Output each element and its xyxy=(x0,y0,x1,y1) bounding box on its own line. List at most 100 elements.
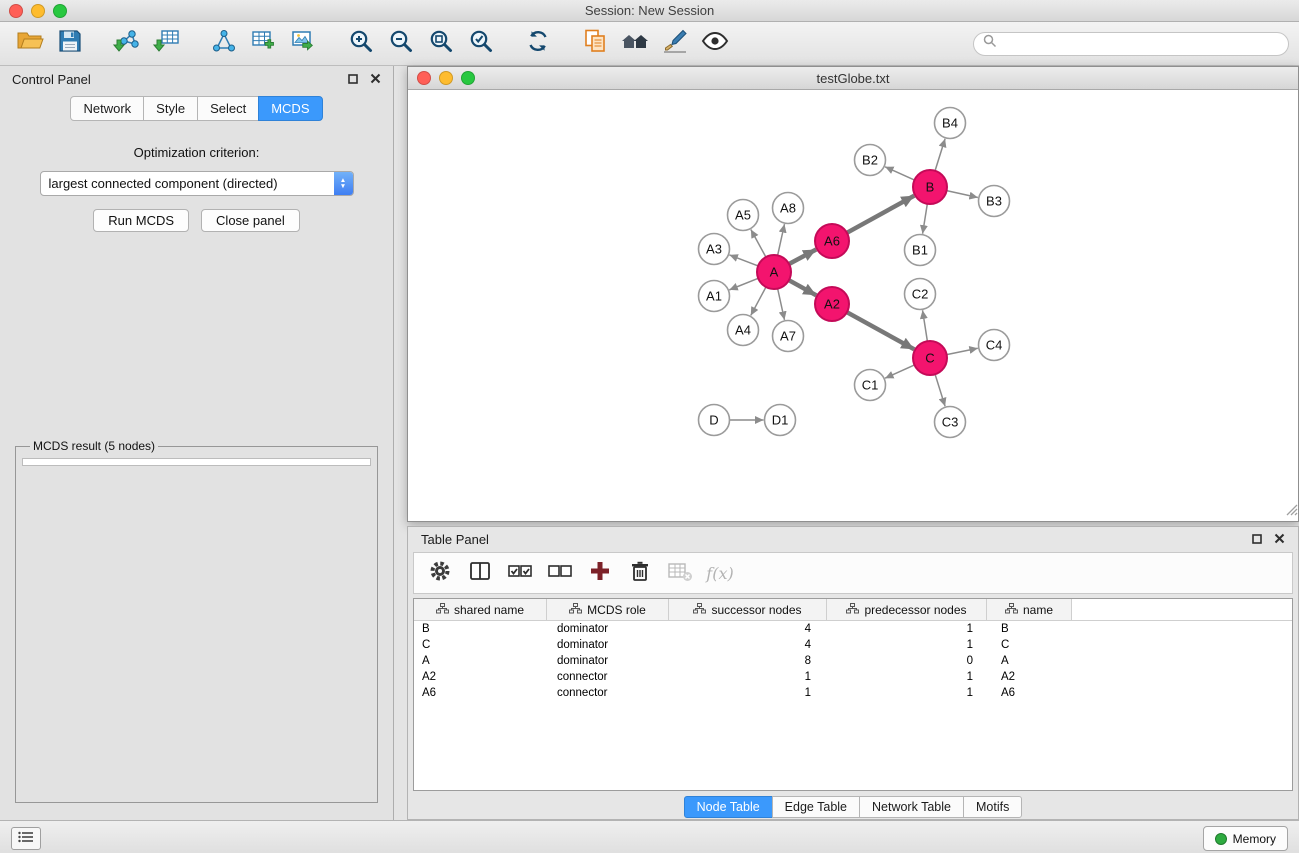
close-network-window-light[interactable] xyxy=(417,71,431,85)
network-node-A1[interactable]: A1 xyxy=(699,281,730,312)
network-edge-A-A3[interactable] xyxy=(729,255,758,266)
network-node-A7[interactable]: A7 xyxy=(773,321,804,352)
close-panel-icon[interactable] xyxy=(370,72,381,87)
network-canvas[interactable]: B4B2BB3A5A8A6B1A3AC2A1A2A4A7C4CC1C3DD1 xyxy=(408,90,1298,521)
new-table-button[interactable] xyxy=(244,26,284,62)
network-node-B1[interactable]: B1 xyxy=(905,235,936,266)
app-titlebar[interactable]: Session: New Session xyxy=(0,0,1299,22)
column-header-predecessor-nodes[interactable]: predecessor nodes xyxy=(827,599,987,621)
table-row[interactable]: Cdominator41C xyxy=(414,637,1292,653)
search-box[interactable] xyxy=(973,32,1289,56)
close-window-light[interactable] xyxy=(9,4,23,18)
network-edge-B-B1[interactable] xyxy=(923,204,928,234)
network-node-B2[interactable]: B2 xyxy=(855,145,886,176)
network-edge-B-B3[interactable] xyxy=(947,191,978,198)
close-panel-button[interactable]: Close panel xyxy=(201,209,300,232)
tab-mcds[interactable]: MCDS xyxy=(258,96,322,121)
network-node-A3[interactable]: A3 xyxy=(699,234,730,265)
style-button[interactable] xyxy=(655,26,695,62)
table-row[interactable]: A2connector11A2 xyxy=(414,669,1292,685)
network-edge-A-A4[interactable] xyxy=(751,287,766,315)
settings-button[interactable] xyxy=(423,557,457,589)
close-table-panel-icon[interactable] xyxy=(1274,532,1285,547)
network-node-A8[interactable]: A8 xyxy=(773,193,804,224)
network-edge-A-A2[interactable] xyxy=(789,280,816,295)
minimize-network-window-light[interactable] xyxy=(439,71,453,85)
network-node-B3[interactable]: B3 xyxy=(979,186,1010,217)
network-node-A5[interactable]: A5 xyxy=(728,200,759,231)
column-header-shared-name[interactable]: shared name xyxy=(414,599,547,621)
table-row[interactable]: Bdominator41B xyxy=(414,621,1292,637)
network-node-A4[interactable]: A4 xyxy=(728,315,759,346)
column-header-mcds-role[interactable]: MCDS role xyxy=(547,599,669,621)
network-node-A6[interactable]: A6 xyxy=(815,224,849,258)
network-node-C2[interactable]: C2 xyxy=(905,279,936,310)
delete-row-button[interactable] xyxy=(623,557,657,589)
tab-style[interactable]: Style xyxy=(143,96,198,121)
float-table-panel-icon[interactable] xyxy=(1252,532,1262,547)
network-node-A2[interactable]: A2 xyxy=(815,287,849,321)
function-builder-button[interactable]: f(x) xyxy=(703,557,737,589)
import-table-button[interactable] xyxy=(147,26,187,62)
network-edge-C-C4[interactable] xyxy=(947,348,978,354)
home-button[interactable] xyxy=(615,26,655,62)
table-row[interactable]: A6connector11A6 xyxy=(414,685,1292,701)
network-node-C4[interactable]: C4 xyxy=(979,330,1010,361)
network-node-A[interactable]: A xyxy=(757,255,791,289)
network-node-D1[interactable]: D1 xyxy=(765,405,796,436)
zoom-in-button[interactable] xyxy=(341,26,381,62)
panel-menu-button[interactable] xyxy=(11,827,41,850)
network-edge-C-C3[interactable] xyxy=(935,374,945,406)
tab-network-table[interactable]: Network Table xyxy=(859,796,964,818)
network-window-titlebar[interactable]: testGlobe.txt xyxy=(408,67,1298,90)
network-node-C3[interactable]: C3 xyxy=(935,407,966,438)
network-edge-A-A6[interactable] xyxy=(789,249,816,264)
tab-network[interactable]: Network xyxy=(70,96,144,121)
network-node-D[interactable]: D xyxy=(699,405,730,436)
criterion-dropdown[interactable]: largest connected component (directed) ▲… xyxy=(40,171,354,196)
deselect-all-button[interactable] xyxy=(543,557,577,589)
zoom-window-light[interactable] xyxy=(53,4,67,18)
zoom-fit-button[interactable] xyxy=(421,26,461,62)
network-edge-B-B4[interactable] xyxy=(935,139,945,171)
network-edge-A-A1[interactable] xyxy=(729,278,758,290)
tab-edge-table[interactable]: Edge Table xyxy=(772,796,860,818)
network-edge-C-C2[interactable] xyxy=(923,310,928,341)
table-row[interactable]: Adominator80A xyxy=(414,653,1292,669)
eye-button[interactable] xyxy=(695,26,735,62)
column-header-name[interactable]: name xyxy=(987,599,1072,621)
float-panel-icon[interactable] xyxy=(348,72,358,87)
run-mcds-button[interactable]: Run MCDS xyxy=(93,209,189,232)
save-button[interactable] xyxy=(50,26,90,62)
delete-table-button[interactable] xyxy=(663,557,697,589)
zoom-out-button[interactable] xyxy=(381,26,421,62)
memory-button[interactable]: Memory xyxy=(1203,826,1288,851)
tab-motifs[interactable]: Motifs xyxy=(963,796,1022,818)
network-edge-A-A5[interactable] xyxy=(751,229,766,257)
column-header-successor-nodes[interactable]: successor nodes xyxy=(669,599,827,621)
zoom-network-window-light[interactable] xyxy=(461,71,475,85)
network-node-C1[interactable]: C1 xyxy=(855,370,886,401)
network-node-C[interactable]: C xyxy=(913,341,947,375)
network-edge-C-C1[interactable] xyxy=(885,365,914,378)
resize-grip-icon[interactable] xyxy=(1285,503,1298,521)
refresh-button[interactable] xyxy=(518,26,558,62)
network-edge-B-B2[interactable] xyxy=(885,167,914,180)
add-row-button[interactable] xyxy=(583,557,617,589)
columns-button[interactable] xyxy=(463,557,497,589)
tab-select[interactable]: Select xyxy=(197,96,259,121)
search-input[interactable] xyxy=(1002,36,1279,52)
mcds-result-list[interactable]: A2ABCA6 xyxy=(22,458,371,466)
tab-node-table[interactable]: Node Table xyxy=(684,796,773,818)
new-network-button[interactable] xyxy=(204,26,244,62)
zoom-selected-button[interactable] xyxy=(461,26,501,62)
network-edge-A-A7[interactable] xyxy=(778,289,785,320)
select-all-button[interactable] xyxy=(503,557,537,589)
network-edge-A-A8[interactable] xyxy=(778,224,785,255)
clipboard-button[interactable] xyxy=(575,26,615,62)
network-edge-A6-B[interactable] xyxy=(847,196,914,233)
network-edge-A2-C[interactable] xyxy=(847,312,914,349)
import-network-button[interactable] xyxy=(107,26,147,62)
open-button[interactable] xyxy=(10,26,50,62)
network-node-B[interactable]: B xyxy=(913,170,947,204)
